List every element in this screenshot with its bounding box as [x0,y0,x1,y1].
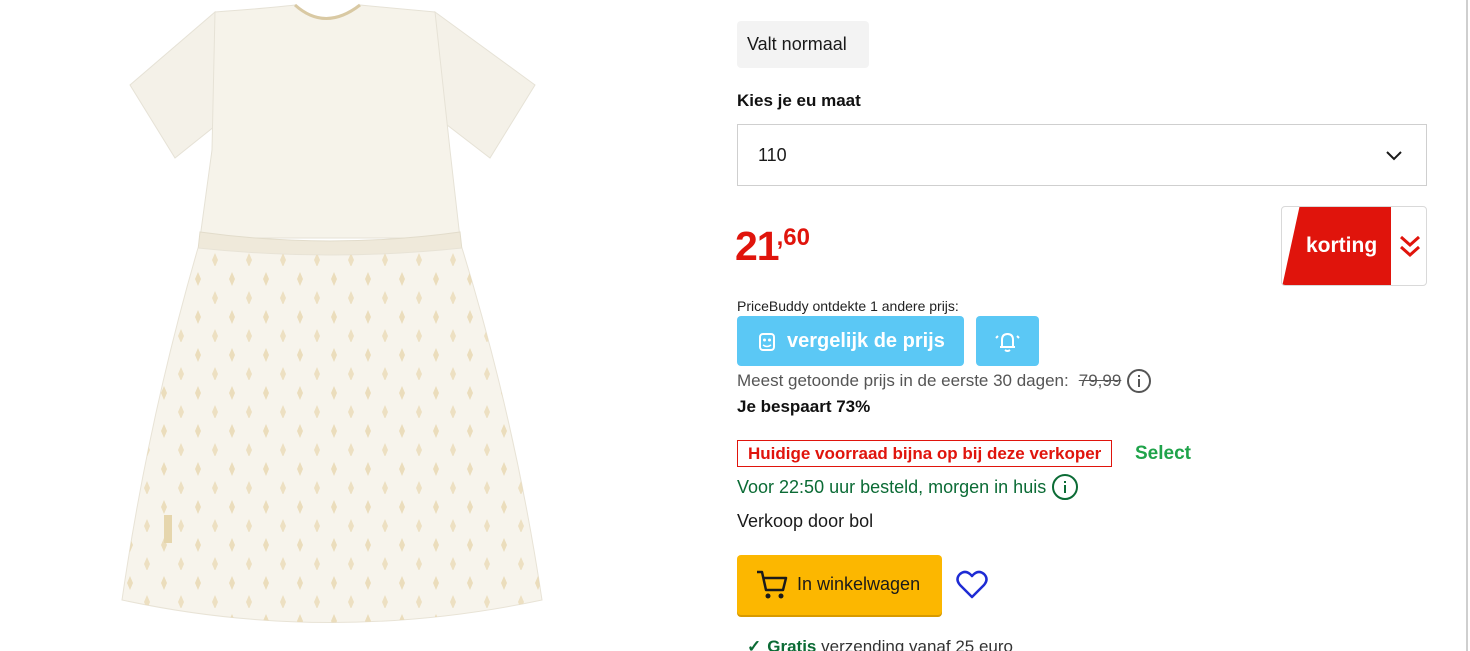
checkmark-icon: ✓ [747,637,762,651]
compare-price-button[interactable]: vergelijk de prijs [737,316,964,366]
shipping-info: ✓ Gratis verzending vanaf 25 euro [747,637,1013,651]
heart-icon[interactable] [955,569,989,601]
chevron-down-icon [1386,151,1402,161]
discount-badge[interactable]: korting [1281,206,1427,286]
price: 21,60 [735,223,810,269]
size-heading: Kies je eu maat [737,91,861,110]
size-select-value: 110 [758,145,787,165]
fit-chip: Valt normaal [737,21,869,68]
pricebuddy-text: PriceBuddy ontdekte 1 andere prijs: [737,298,959,314]
size-select[interactable]: 110 [737,124,1427,186]
double-chevron-down-icon [1400,235,1420,258]
pricebuddy-mascot-icon [759,333,775,351]
shipping-free-label: Gratis [767,637,817,651]
stock-warning: Huidige voorraad bijna op bij deze verko… [737,440,1113,467]
compare-price-label: vergelijk de prijs [787,330,945,352]
reference-price-label: Meest getoonde prijs in de eerste 30 dag… [737,371,1069,390]
price-decimal: ,60 [776,224,810,251]
savings-text: Je bespaart 73% [737,397,871,416]
delivery-info: Voor 22:50 uur besteld, morgen in huis [737,474,1079,500]
shopping-cart-icon [757,570,788,599]
price-alert-button[interactable] [976,316,1039,366]
page-edge-divider [1466,0,1468,651]
delivery-text: Voor 22:50 uur besteld, morgen in huis [737,476,1047,497]
product-image[interactable] [120,0,550,640]
reference-price-value: 79,99 [1078,371,1122,390]
add-to-cart-label: In winkelwagen [797,574,921,594]
shipping-rest-label: verzending vanaf 25 euro [821,637,1013,651]
reference-price: Meest getoonde prijs in de eerste 30 dag… [737,369,1152,393]
delivery-info-icon[interactable] [1052,474,1079,500]
info-icon[interactable] [1127,369,1152,393]
dress-illustration [121,3,543,623]
price-integer: 21 [735,223,780,269]
alarm-bell-icon [995,332,1020,352]
select-badge: Select [1135,443,1191,464]
discount-label: korting [1306,234,1378,257]
seller-text: Verkoop door bol [737,511,874,531]
add-to-cart-button[interactable]: In winkelwagen [737,555,942,615]
